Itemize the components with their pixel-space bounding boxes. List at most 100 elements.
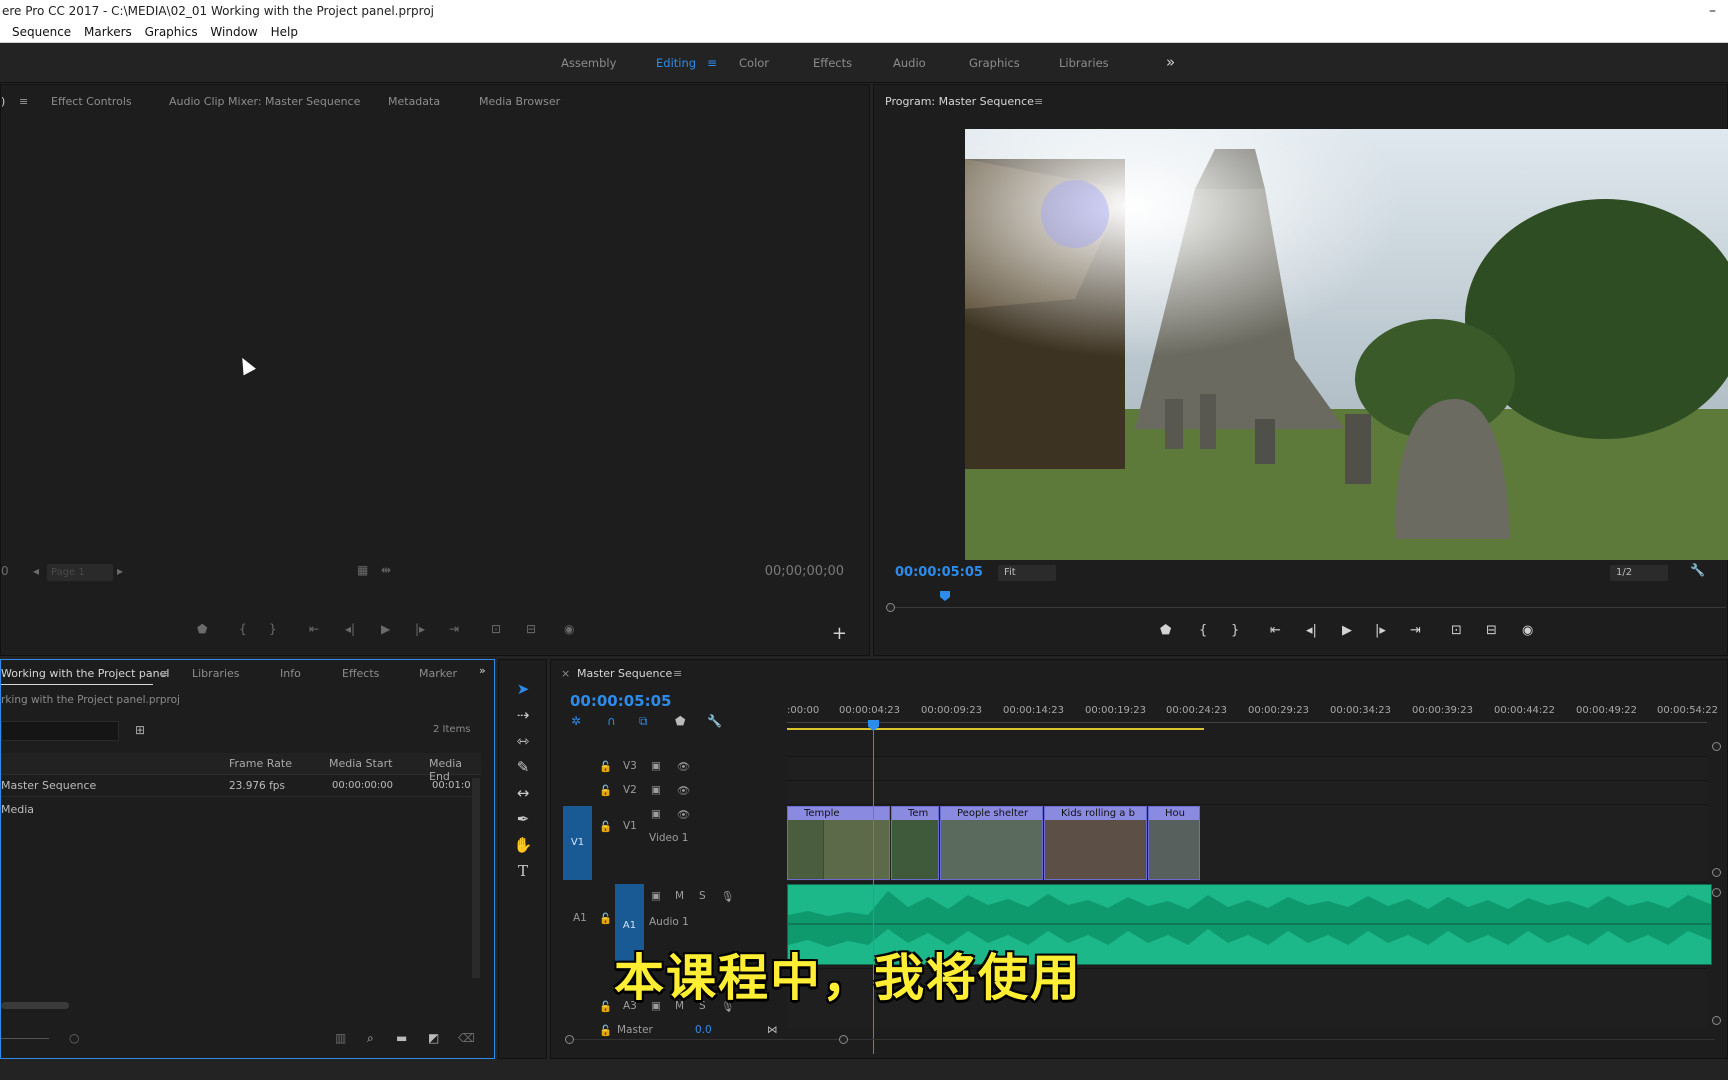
project-vertical-scrollbar[interactable]	[472, 778, 480, 978]
zoom-level-select[interactable]: Fit	[998, 565, 1056, 581]
tab-audio-clip-mixer[interactable]: Audio Clip Mixer: Master Sequence	[169, 95, 360, 108]
add-marker-icon[interactable]: ⬟	[197, 622, 207, 636]
sync-lock-icon[interactable]: ▣	[651, 808, 661, 820]
automate-to-sequence-icon[interactable]: ▥	[335, 1031, 346, 1045]
project-menu-icon[interactable]: ≡	[160, 667, 169, 680]
export-frame-icon[interactable]: ◉	[1522, 623, 1533, 638]
eye-icon[interactable]: 👁	[677, 760, 690, 773]
overwrite-icon[interactable]: ⊟	[526, 622, 536, 636]
program-title[interactable]: Program: Master Sequence	[885, 95, 1034, 108]
program-playhead[interactable]	[940, 591, 950, 601]
eye-icon[interactable]: 👁	[677, 808, 690, 821]
zoom-slider[interactable]	[1, 1038, 49, 1039]
add-button-icon[interactable]: +	[832, 623, 847, 644]
vertical-zoom-handle[interactable]	[1712, 742, 1721, 751]
program-time-ruler[interactable]	[886, 585, 1726, 612]
lock-icon[interactable]: 🔓	[599, 912, 612, 925]
extract-icon[interactable]: ⊟	[1486, 623, 1497, 638]
clip-tem[interactable]: Tem	[891, 806, 939, 880]
menu-sequence[interactable]: Sequence	[12, 25, 71, 39]
snap-icon[interactable]: ∩	[607, 714, 616, 728]
lock-icon[interactable]: 🔓	[599, 784, 612, 797]
tab-metadata[interactable]: Metadata	[388, 95, 440, 108]
export-frame-icon[interactable]: ◉	[564, 622, 574, 636]
pen-tool-icon[interactable]: ✒	[513, 810, 533, 828]
tab-project[interactable]: Working with the Project panel	[1, 667, 169, 680]
workspace-audio[interactable]: Audio	[893, 56, 926, 70]
vertical-zoom-handle[interactable]	[1712, 868, 1721, 877]
workspace-color[interactable]: Color	[739, 56, 769, 70]
step-back-icon[interactable]: ◂|	[345, 622, 355, 636]
lift-icon[interactable]: ⊡	[1451, 623, 1462, 638]
column-media-start[interactable]: Media Start	[329, 757, 392, 770]
program-menu-icon[interactable]: ≡	[1034, 95, 1043, 108]
project-search-input[interactable]	[1, 721, 119, 741]
workspace-effects[interactable]: Effects	[813, 56, 852, 70]
add-marker-icon[interactable]: ⬟	[1160, 623, 1171, 638]
source-panel-menu-icon[interactable]: ≡	[19, 95, 28, 108]
playback-resolution-select[interactable]: 1/2	[1610, 565, 1668, 581]
tab-effects[interactable]: Effects	[342, 667, 379, 680]
timeline-timecode[interactable]: 00:00:05:05	[570, 692, 672, 710]
step-forward-icon[interactable]: |▸	[1375, 623, 1386, 638]
mute-button[interactable]: M	[675, 890, 684, 902]
sequence-tab[interactable]: Master Sequence	[577, 667, 672, 680]
track-v2-area[interactable]	[787, 780, 1707, 804]
horizontal-zoom-end-handle[interactable]	[839, 1035, 848, 1044]
menu-help[interactable]: Help	[271, 25, 298, 39]
clip-people-shelter[interactable]: People shelter	[940, 806, 1043, 880]
vertical-zoom-handle[interactable]	[1712, 1016, 1721, 1025]
close-sequence-icon[interactable]: ×	[561, 667, 570, 680]
horizontal-zoom-start-handle[interactable]	[565, 1035, 574, 1044]
clip-hou[interactable]: Hou	[1148, 806, 1200, 880]
clear-icon[interactable]: ⌫	[458, 1031, 475, 1045]
audio-source-patch[interactable]: A1	[573, 912, 587, 924]
workspace-libraries[interactable]: Libraries	[1059, 56, 1109, 70]
source-tab-edge[interactable]: )	[1, 95, 5, 108]
step-forward-icon[interactable]: |▸	[415, 622, 425, 636]
slip-tool-icon[interactable]: ↔	[513, 784, 533, 802]
mic-icon[interactable]: 🎙	[721, 890, 734, 903]
new-item-icon[interactable]: ◩	[428, 1031, 439, 1045]
ripple-edit-tool-icon[interactable]: ⇿	[513, 732, 533, 750]
program-zoom-handle[interactable]	[886, 603, 895, 612]
lock-icon[interactable]: 🔓	[599, 1024, 612, 1037]
nest-toggle-icon[interactable]: ✲	[571, 714, 581, 728]
minimize-button[interactable]: –	[1709, 0, 1716, 22]
menu-window[interactable]: Window	[210, 25, 257, 39]
tab-libraries[interactable]: Libraries	[192, 667, 240, 680]
play-icon[interactable]: ▶	[1342, 623, 1352, 638]
horizontal-scrollbar-track[interactable]	[565, 1039, 1715, 1040]
mark-out-icon[interactable]: }	[1231, 623, 1239, 638]
track-select-tool-icon[interactable]: ⇢	[513, 706, 533, 724]
mark-in-icon[interactable]: {	[1199, 623, 1207, 638]
project-row-media-bin[interactable]: Media	[1, 799, 471, 821]
lock-icon[interactable]: 🔓	[599, 820, 612, 833]
razor-tool-icon[interactable]: ✎	[513, 758, 533, 776]
sync-lock-icon[interactable]: ▣	[651, 890, 661, 902]
work-area-bar[interactable]	[787, 728, 1204, 730]
mark-out-icon[interactable]: }	[269, 622, 277, 636]
hand-tool-icon[interactable]: ✋	[513, 836, 533, 854]
linked-selection-icon[interactable]: ⧉	[639, 714, 648, 729]
sync-lock-icon[interactable]: ▣	[651, 760, 661, 772]
clip-temple[interactable]: Temple	[787, 806, 890, 880]
solo-button[interactable]: S	[699, 890, 706, 902]
master-volume[interactable]: 0.0	[695, 1024, 712, 1036]
play-icon[interactable]: ▶	[381, 622, 390, 636]
selection-tool-icon[interactable]: ➤	[513, 680, 533, 698]
more-workspaces-icon[interactable]: »	[1166, 53, 1175, 71]
insert-icon[interactable]: ⊡	[491, 622, 501, 636]
tab-media-browser[interactable]: Media Browser	[479, 95, 560, 108]
program-video-frame[interactable]	[965, 129, 1728, 560]
go-to-in-icon[interactable]: ⇤	[309, 622, 319, 636]
go-to-out-icon[interactable]: ⇥	[1410, 623, 1421, 638]
more-panels-icon[interactable]: »	[479, 664, 486, 677]
eye-icon[interactable]: 👁	[677, 784, 690, 797]
go-to-end-icon[interactable]: ⋈	[767, 1024, 778, 1036]
lock-icon[interactable]: 🔓	[599, 1000, 612, 1013]
settings-wrench-icon[interactable]: 🔧	[1690, 563, 1705, 577]
track-v3-area[interactable]	[787, 756, 1707, 780]
mark-in-icon[interactable]: {	[239, 622, 247, 636]
settings-grid-icon[interactable]: ▦	[357, 563, 368, 577]
